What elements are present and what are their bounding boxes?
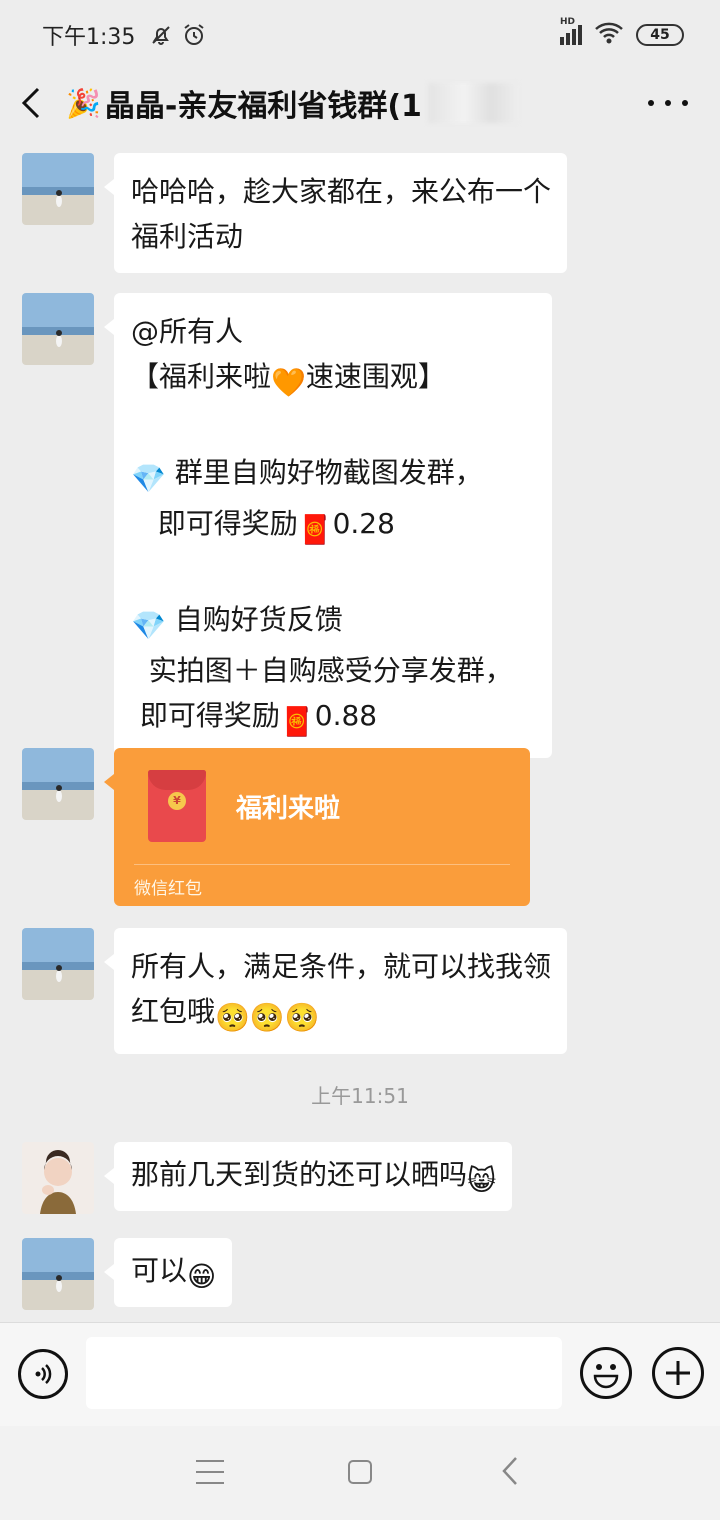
avatar[interactable] bbox=[22, 1142, 94, 1214]
plus-button[interactable] bbox=[652, 1347, 704, 1399]
alarm-icon bbox=[181, 22, 207, 48]
grin-icon: 😁 bbox=[187, 1260, 217, 1293]
message-row: 所有人，满足条件，就可以找我领 红包哦🥺🥺🥺 bbox=[22, 928, 568, 1054]
avatar[interactable] bbox=[22, 748, 94, 820]
chat-title: 🎉 晶晶-亲友福利省钱群(1 bbox=[66, 81, 518, 125]
chat-title-text: 晶晶-亲友福利省钱群(1 bbox=[104, 89, 422, 124]
message-text: 福利活动 bbox=[131, 220, 244, 253]
message-text: 实拍图＋自购感受分享发群， bbox=[131, 654, 513, 687]
signal-icon: HD bbox=[560, 17, 582, 45]
recent-apps-button[interactable] bbox=[196, 1460, 224, 1484]
orange-heart-icon: 🧡 bbox=[271, 366, 306, 399]
home-button[interactable] bbox=[348, 1460, 372, 1484]
signal-hd-label: HD bbox=[560, 17, 576, 27]
message-text: 【福利来啦🧡速速围观】 bbox=[131, 354, 536, 405]
message-text: 💎 群里自购好物截图发群， bbox=[131, 450, 536, 501]
message-text: 哈哈哈，趁大家都在，来公布一个 bbox=[131, 175, 552, 208]
red-packet-icon: ¥ bbox=[148, 770, 206, 842]
red-envelope-icon: 🧧 bbox=[297, 513, 333, 546]
message-text: @所有人 bbox=[131, 315, 244, 348]
message-row: 那前几天到货的还可以晒吗😸 bbox=[22, 1142, 513, 1214]
chat-header: 🎉 晶晶-亲友福利省钱群(1 bbox=[0, 70, 720, 136]
system-back-button[interactable] bbox=[500, 1456, 520, 1490]
message-bubble[interactable]: 所有人，满足条件，就可以找我领 红包哦🥺🥺🥺 bbox=[103, 928, 568, 1054]
avatar[interactable] bbox=[22, 153, 94, 225]
message-bubble[interactable]: 可以😁 bbox=[103, 1238, 233, 1307]
wifi-icon bbox=[594, 21, 624, 49]
message-text: 即可得奖励🧧0.88 bbox=[131, 693, 536, 744]
message-text: 红包哦🥺🥺🥺 bbox=[131, 989, 551, 1040]
message-input[interactable] bbox=[86, 1337, 562, 1409]
gem-icon: 💎 bbox=[131, 609, 166, 642]
red-envelope-icon: 🧧 bbox=[279, 705, 315, 738]
voice-button[interactable] bbox=[18, 1349, 68, 1399]
red-packet-title: 福利来啦 bbox=[236, 794, 341, 824]
voice-icon bbox=[35, 1364, 52, 1384]
message-text: 💎 自购好货反馈 bbox=[131, 597, 536, 648]
input-bar bbox=[0, 1322, 720, 1426]
red-packet-card[interactable]: ¥ 福利来啦 微信红包 bbox=[104, 748, 530, 906]
message-row: @所有人 【福利来啦🧡速速围观】 💎 群里自购好物截图发群， 即可得奖励🧧0.2… bbox=[22, 293, 552, 758]
back-arrow-icon bbox=[502, 1457, 517, 1485]
system-nav-bar bbox=[0, 1426, 720, 1520]
message-text: 即可得奖励🧧0.28 bbox=[131, 501, 536, 552]
status-bar: 下午1:35 HD 45 bbox=[0, 0, 720, 70]
message-row: 可以😁 bbox=[22, 1238, 233, 1310]
red-packet-footer: 微信红包 bbox=[134, 879, 202, 899]
coin-icon: ¥ bbox=[168, 792, 186, 810]
message-row: 哈哈哈，趁大家都在，来公布一个 福利活动 bbox=[22, 153, 568, 273]
more-dots-icon bbox=[648, 100, 654, 106]
back-button[interactable] bbox=[0, 70, 66, 136]
title-blur-mask bbox=[427, 83, 518, 123]
avatar[interactable] bbox=[22, 293, 94, 365]
pleading-face-icon: 🥺🥺🥺 bbox=[215, 1001, 320, 1034]
avatar[interactable] bbox=[22, 928, 94, 1000]
cat-smile-icon: 😸 bbox=[467, 1164, 497, 1197]
timestamp: 上午11:51 bbox=[311, 1084, 409, 1108]
gem-icon: 💎 bbox=[131, 462, 166, 495]
plus-icon bbox=[666, 1361, 690, 1385]
party-popper-icon: 🎉 bbox=[66, 86, 101, 120]
chevron-left-icon bbox=[21, 87, 40, 119]
mute-bell-icon bbox=[149, 23, 173, 47]
emoji-icon bbox=[593, 1364, 619, 1389]
message-text: 所有人，满足条件，就可以找我领 bbox=[131, 950, 552, 983]
battery-icon: 45 bbox=[636, 24, 684, 46]
message-bubble[interactable]: @所有人 【福利来啦🧡速速围观】 💎 群里自购好物截图发群， 即可得奖励🧧0.2… bbox=[104, 293, 552, 758]
more-button[interactable] bbox=[648, 86, 688, 120]
message-row: ¥ 福利来啦 微信红包 bbox=[22, 748, 530, 906]
divider bbox=[134, 864, 510, 865]
emoji-button[interactable] bbox=[580, 1347, 632, 1399]
status-time: 下午1:35 bbox=[42, 25, 136, 50]
message-bubble[interactable]: 哈哈哈，趁大家都在，来公布一个 福利活动 bbox=[103, 153, 568, 273]
avatar[interactable] bbox=[22, 1238, 94, 1310]
message-text: 那前几天到货的还可以晒吗😸 bbox=[131, 1152, 496, 1203]
message-bubble[interactable]: 那前几天到货的还可以晒吗😸 bbox=[103, 1142, 513, 1211]
message-text: 可以😁 bbox=[131, 1248, 216, 1299]
